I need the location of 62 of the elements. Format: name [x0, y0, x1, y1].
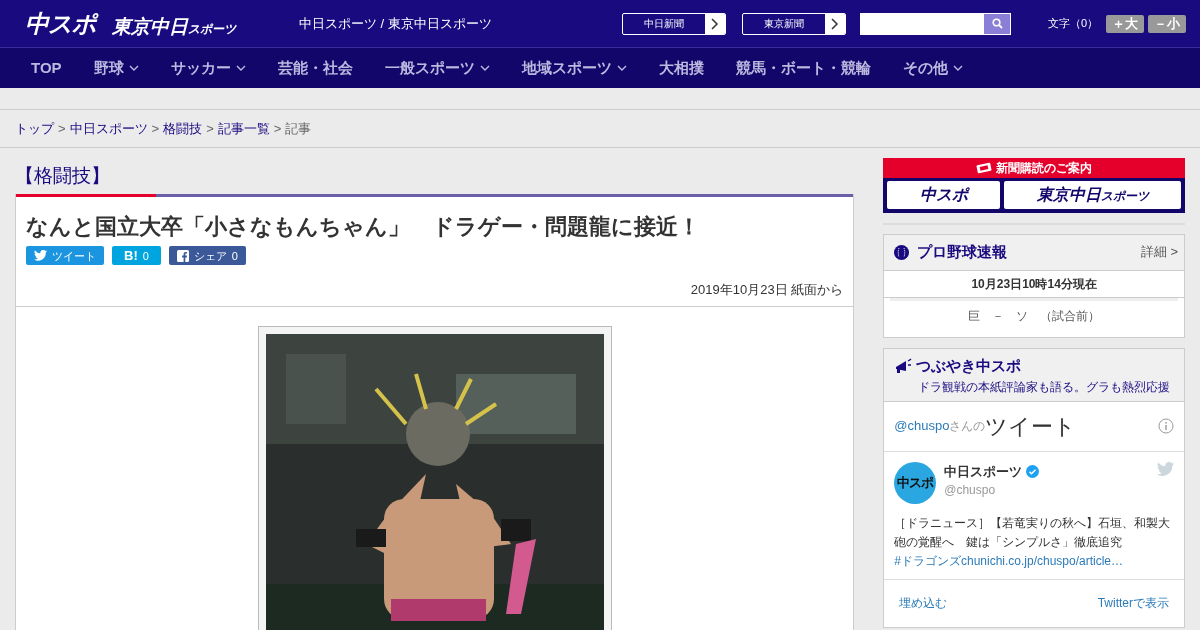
breadcrumb-separator: >	[151, 119, 160, 138]
chevron-right-icon	[831, 17, 839, 30]
chevron-down-icon	[128, 65, 139, 71]
article-title: なんと国立大卒「小さなもんちゃん」 ドラゲー・問題龍に接近！	[25, 213, 701, 241]
subscription-logo-button[interactable]: 東京中日スポーツ	[1004, 181, 1181, 209]
newspaper-link[interactable]: 中日新聞	[622, 12, 726, 35]
chevron-down-icon	[479, 65, 490, 71]
bird-icon	[34, 250, 47, 262]
widget-title: つぶやき中スポ	[916, 356, 1022, 376]
logo-text[interactable]: 東京中日スポーツ	[112, 13, 236, 42]
newspaper-link[interactable]: 東京新聞	[742, 12, 846, 35]
site-title: 中日スポーツ / 東京中日スポーツ	[299, 14, 493, 33]
facebook-share-button[interactable]: シェア 0	[168, 246, 246, 266]
details-link[interactable]: 詳細 >	[1140, 242, 1178, 262]
widget-title: プロ野球速報	[917, 242, 1008, 263]
hashtag-link[interactable]: #ドラゴンズ	[894, 553, 961, 568]
breadcrumb-link[interactable]: 格闘技	[163, 118, 203, 139]
account-name[interactable]: 中日スポーツ	[944, 461, 1023, 481]
breadcrumb-link[interactable]: トップ	[15, 118, 54, 139]
facebook-icon	[176, 249, 189, 262]
nav-item[interactable]: 競馬・ボート・競輪	[719, 56, 887, 80]
ticket-icon	[976, 162, 993, 174]
timeline-heading: ツイート	[985, 412, 1077, 441]
nav-item[interactable]: 一般スポーツ	[368, 56, 506, 80]
chevron-down-icon	[952, 65, 963, 71]
megaphone-icon	[894, 358, 913, 375]
subscription-logo-button[interactable]: 中スポ	[887, 181, 1001, 209]
font-size-label: 文字（0）	[1048, 16, 1099, 32]
search-field[interactable]	[860, 12, 1011, 35]
nav-item[interactable]: サッカー	[154, 56, 262, 80]
widget-subtitle: ドラ観戦の本紙評論家も語る。グラも熱烈応援	[917, 378, 1172, 396]
nav-item[interactable]: 野球	[77, 56, 155, 80]
breadcrumb-link[interactable]: 中日スポーツ	[69, 118, 148, 139]
chevron-down-icon	[616, 65, 627, 71]
breadcrumb-link[interactable]: 記事一覧	[217, 118, 270, 139]
article-date: 2019年10月23日 紙面から	[16, 265, 854, 307]
chevron-right-icon	[711, 17, 719, 30]
footer-link[interactable]: 埋め込む	[899, 593, 948, 612]
info-icon[interactable]	[1158, 418, 1174, 434]
baseball-icon	[894, 245, 910, 260]
search-icon	[991, 18, 1003, 29]
nav-item[interactable]: TOP	[15, 56, 78, 80]
nav-item[interactable]: 地域スポーツ	[505, 56, 643, 80]
avatar[interactable]: 中スポ	[894, 461, 937, 504]
breadcrumb-separator: >	[273, 119, 282, 138]
nav-item[interactable]: 大相撲	[642, 56, 720, 80]
category-title: 【格闘技】	[15, 163, 111, 188]
url-link[interactable]: chunichi.co.jp/chuspo/article…	[960, 553, 1124, 568]
update-time: 10月23日10時14分現在	[884, 271, 1184, 298]
game-score: 巨 － ソ （試合前）	[890, 298, 1178, 337]
nav-item[interactable]: その他	[886, 56, 979, 80]
search-button[interactable]	[984, 13, 1010, 34]
breadcrumb-separator: >	[206, 119, 214, 138]
banner-title: 新聞購読のご案内	[996, 160, 1093, 177]
profile-link[interactable]: @chuspo	[894, 416, 950, 436]
tweet-text: ［ドラニュース］【若竜実りの秋へ】石垣、和製大砲の覚醒へ 鍵は「シンプルさ」徹底追究 #ドラゴンズchunichi.co.jp/chuspo/article…	[894, 514, 1172, 570]
breadcrumb-separator: >	[58, 119, 66, 138]
timeline-label: さんの	[949, 418, 986, 433]
breadcrumb-current: 記事	[285, 119, 312, 138]
footer-link[interactable]: Twitterで表示	[1097, 593, 1169, 612]
nav-item[interactable]: 芸能・社会	[261, 56, 369, 80]
chevron-down-icon	[235, 65, 246, 71]
